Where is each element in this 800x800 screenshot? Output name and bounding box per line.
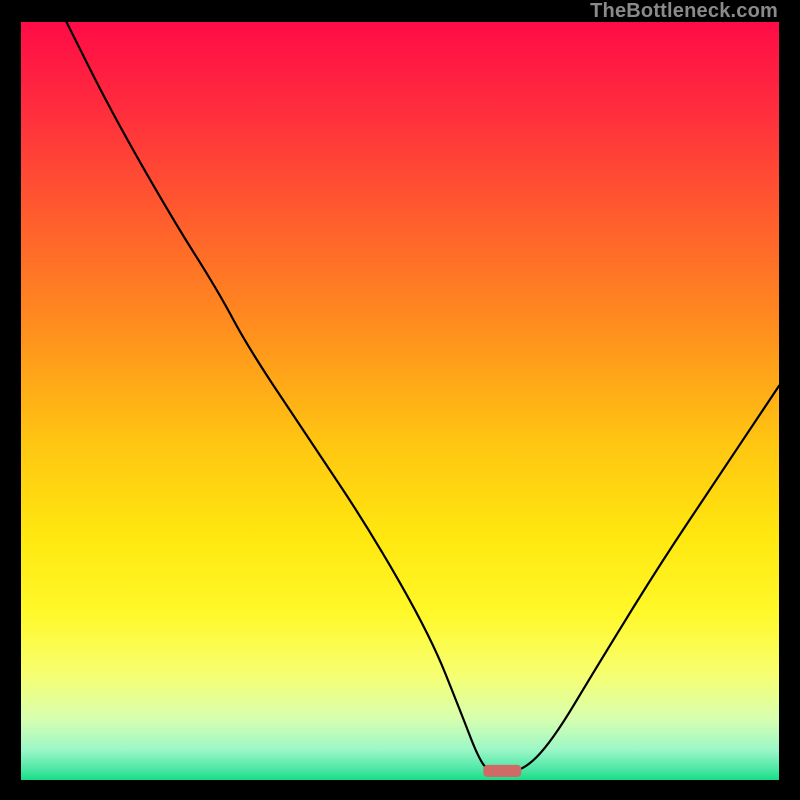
plot-area-container (21, 22, 779, 780)
watermark-text: TheBottleneck.com (590, 0, 778, 23)
chart-frame: TheBottleneck.com (0, 0, 800, 800)
chart-background (21, 22, 779, 780)
optimal-marker (483, 765, 521, 777)
bottleneck-chart (21, 22, 779, 780)
